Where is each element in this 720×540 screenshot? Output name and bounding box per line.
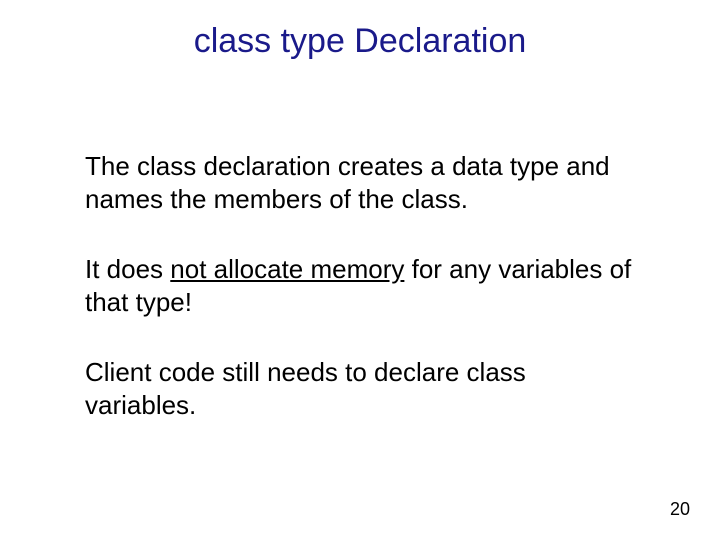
paragraph-1: The class declaration creates a data typ… bbox=[85, 150, 635, 215]
paragraph-3: Client code still needs to declare class… bbox=[85, 356, 635, 421]
paragraph-2: It does not allocate memory for any vari… bbox=[85, 253, 635, 318]
slide-title: class type Declaration bbox=[0, 22, 720, 61]
page-number: 20 bbox=[670, 499, 690, 520]
slide: class type Declaration The class declara… bbox=[0, 0, 720, 540]
slide-body: The class declaration creates a data typ… bbox=[85, 150, 635, 459]
paragraph-2-pre: It does bbox=[85, 254, 170, 284]
paragraph-2-underlined: not allocate memory bbox=[170, 254, 404, 284]
